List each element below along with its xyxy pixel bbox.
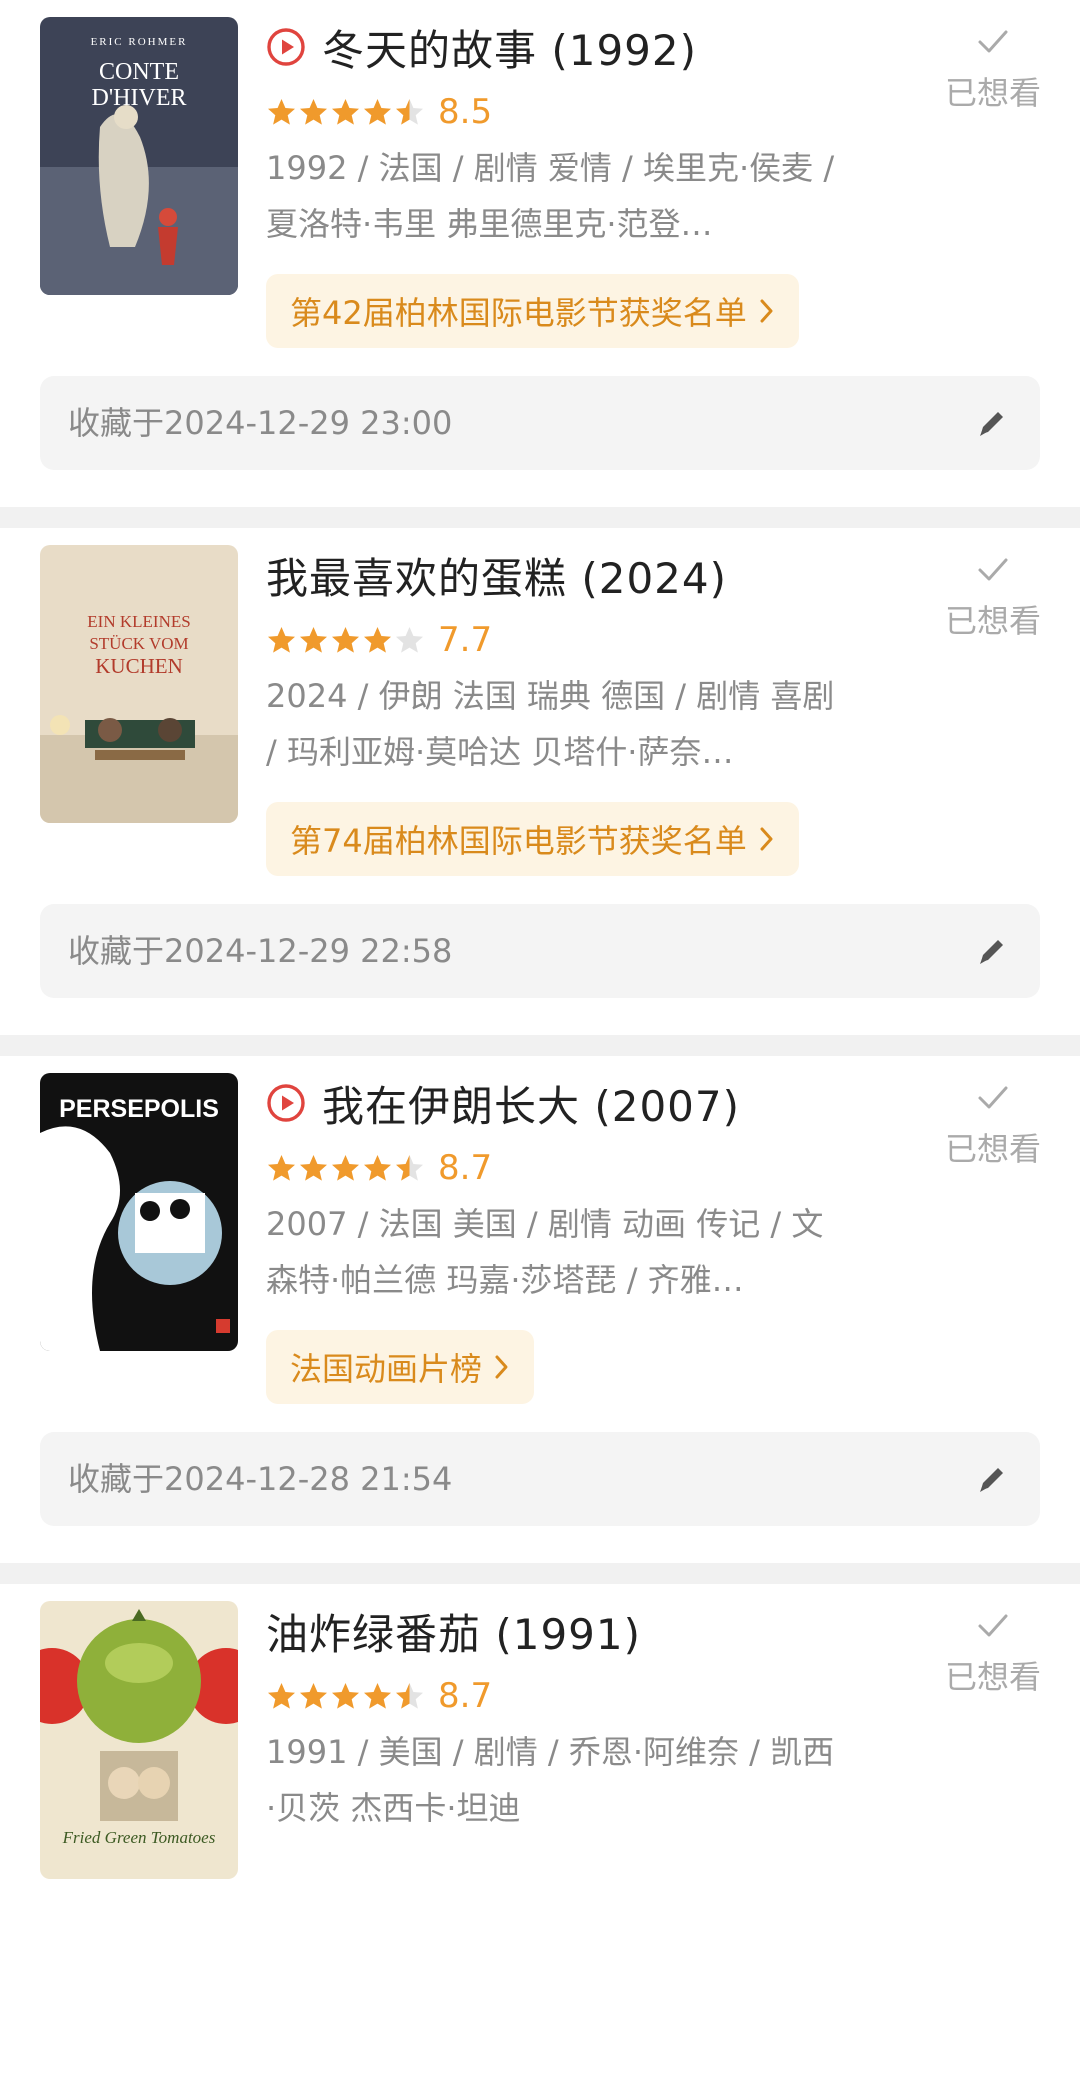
check-icon bbox=[975, 552, 1011, 588]
svg-text:STÜCK VOM: STÜCK VOM bbox=[89, 634, 188, 653]
wish-label: 已想看 bbox=[944, 1658, 1041, 1696]
collect-time: 收藏于2024-12-28 21:54 bbox=[68, 1460, 453, 1498]
movie-title[interactable]: 我在伊朗长大 (2007) bbox=[322, 1073, 740, 1134]
star-icon bbox=[266, 1153, 297, 1184]
play-circle-icon[interactable] bbox=[266, 27, 306, 67]
card-divider bbox=[0, 507, 1080, 528]
movie-title[interactable]: 冬天的故事 (1992) bbox=[322, 17, 697, 78]
play-circle-icon[interactable] bbox=[266, 1083, 306, 1123]
star-rating bbox=[266, 625, 426, 656]
card-divider bbox=[0, 1563, 1080, 1584]
star-icon bbox=[362, 97, 393, 128]
rating-row: 8.7 bbox=[266, 1672, 492, 1720]
movie-wish-list: ERIC ROHMER CONTE D'HIVER 冬天的故事 (1992) 8… bbox=[0, 0, 1080, 2091]
card-divider bbox=[0, 1035, 1080, 1056]
star-rating bbox=[266, 1153, 426, 1184]
star-icon bbox=[362, 1681, 393, 1712]
svg-text:ERIC ROHMER: ERIC ROHMER bbox=[91, 36, 188, 48]
star-icon bbox=[298, 1681, 329, 1712]
star-icon bbox=[298, 625, 329, 656]
star-icon bbox=[330, 97, 361, 128]
pencil-icon[interactable] bbox=[974, 933, 1010, 969]
star-icon bbox=[394, 1153, 425, 1184]
pencil-icon[interactable] bbox=[974, 1461, 1010, 1497]
movie-card[interactable]: EIN KLEINES STÜCK VOM KUCHEN 我最喜欢的蛋糕 (20… bbox=[0, 528, 1080, 1035]
star-rating bbox=[266, 1681, 426, 1712]
wish-button[interactable]: 已想看 bbox=[938, 1602, 1048, 1702]
svg-text:Fried Green Tomatoes: Fried Green Tomatoes bbox=[62, 1828, 216, 1847]
title-row: 冬天的故事 (1992) bbox=[266, 17, 697, 77]
star-icon bbox=[298, 1153, 329, 1184]
collect-bar[interactable]: 收藏于2024-12-28 21:54 bbox=[40, 1432, 1040, 1526]
movie-meta: 1991 / 美国 / 剧情 / 乔恩·阿维奈 / 凯西·贝茨 杰西卡·坦迪 bbox=[266, 1733, 835, 1827]
star-icon bbox=[394, 625, 425, 656]
movie-meta: 1992 / 法国 / 剧情 爱情 / 埃里克·侯麦 / 夏洛特·韦里 弗里德里… bbox=[266, 149, 835, 243]
chevron-right-icon bbox=[759, 826, 775, 852]
movie-poster[interactable]: EIN KLEINES STÜCK VOM KUCHEN bbox=[40, 545, 238, 823]
svg-text:EIN KLEINES: EIN KLEINES bbox=[87, 612, 190, 631]
ranking-tag[interactable]: 第74届柏林国际电影节获奖名单 bbox=[266, 802, 799, 876]
star-icon bbox=[394, 97, 425, 128]
wish-button[interactable]: 已想看 bbox=[938, 18, 1048, 118]
collect-time: 收藏于2024-12-29 23:00 bbox=[68, 404, 453, 442]
star-icon bbox=[362, 625, 393, 656]
ranking-label: 第74届柏林国际电影节获奖名单 bbox=[290, 822, 747, 860]
rating-score: 8.7 bbox=[438, 1676, 493, 1716]
wish-button[interactable]: 已想看 bbox=[938, 1074, 1048, 1174]
movie-poster[interactable]: PERSEPOLIS bbox=[40, 1073, 238, 1351]
wish-label: 已想看 bbox=[944, 74, 1041, 112]
movie-card[interactable]: PERSEPOLIS 我在伊朗长大 (2007) 8.7 2007 / 法国 美… bbox=[0, 1056, 1080, 1563]
wish-button[interactable]: 已想看 bbox=[938, 546, 1048, 646]
star-icon bbox=[394, 1681, 425, 1712]
title-row: 我最喜欢的蛋糕 (2024) bbox=[266, 545, 727, 605]
wish-label: 已想看 bbox=[944, 602, 1041, 640]
rating-score: 8.7 bbox=[438, 1148, 493, 1188]
check-icon bbox=[975, 1608, 1011, 1644]
pencil-icon[interactable] bbox=[974, 405, 1010, 441]
ranking-tag[interactable]: 第42届柏林国际电影节获奖名单 bbox=[266, 274, 799, 348]
star-icon bbox=[298, 97, 329, 128]
movie-poster[interactable]: Fried Green Tomatoes bbox=[40, 1601, 238, 1879]
svg-text:D'HIVER: D'HIVER bbox=[92, 85, 187, 111]
movie-title[interactable]: 我最喜欢的蛋糕 (2024) bbox=[266, 545, 727, 606]
rating-row: 8.7 bbox=[266, 1144, 492, 1192]
title-row: 油炸绿番茄 (1991) bbox=[266, 1601, 641, 1661]
svg-text:KUCHEN: KUCHEN bbox=[95, 654, 183, 678]
star-icon bbox=[266, 625, 297, 656]
collect-time: 收藏于2024-12-29 22:58 bbox=[68, 932, 453, 970]
movie-meta: 2007 / 法国 美国 / 剧情 动画 传记 / 文森特·帕兰德 玛嘉·莎塔琵… bbox=[266, 1205, 824, 1299]
collect-bar[interactable]: 收藏于2024-12-29 23:00 bbox=[40, 376, 1040, 470]
movie-card[interactable]: Fried Green Tomatoes 油炸绿番茄 (1991) 8.7 19… bbox=[0, 1584, 1080, 2091]
ranking-tag[interactable]: 法国动画片榜 bbox=[266, 1330, 535, 1404]
star-icon bbox=[266, 97, 297, 128]
star-icon bbox=[330, 1153, 361, 1184]
movie-title[interactable]: 油炸绿番茄 (1991) bbox=[266, 1601, 641, 1662]
svg-text:CONTE: CONTE bbox=[99, 59, 179, 85]
check-icon bbox=[975, 1080, 1011, 1116]
movie-meta: 2024 / 伊朗 法国 瑞典 德国 / 剧情 喜剧 / 玛利亚姆·莫哈达 贝塔… bbox=[266, 677, 835, 771]
rating-row: 7.7 bbox=[266, 616, 492, 664]
rating-row: 8.5 bbox=[266, 88, 492, 136]
svg-text:PERSEPOLIS: PERSEPOLIS bbox=[59, 1095, 219, 1123]
star-icon bbox=[330, 625, 361, 656]
title-row: 我在伊朗长大 (2007) bbox=[266, 1073, 740, 1133]
movie-poster[interactable]: ERIC ROHMER CONTE D'HIVER bbox=[40, 17, 238, 295]
movie-card[interactable]: ERIC ROHMER CONTE D'HIVER 冬天的故事 (1992) 8… bbox=[0, 0, 1080, 507]
rating-score: 7.7 bbox=[438, 620, 493, 660]
star-icon bbox=[266, 1681, 297, 1712]
star-icon bbox=[330, 1681, 361, 1712]
ranking-label: 第42届柏林国际电影节获奖名单 bbox=[290, 294, 747, 332]
star-icon bbox=[362, 1153, 393, 1184]
star-rating bbox=[266, 97, 426, 128]
rating-score: 8.5 bbox=[438, 92, 493, 132]
check-icon bbox=[975, 24, 1011, 60]
chevron-right-icon bbox=[759, 298, 775, 324]
chevron-right-icon bbox=[494, 1354, 510, 1380]
ranking-label: 法国动画片榜 bbox=[290, 1350, 483, 1388]
collect-bar[interactable]: 收藏于2024-12-29 22:58 bbox=[40, 904, 1040, 998]
wish-label: 已想看 bbox=[944, 1130, 1041, 1168]
